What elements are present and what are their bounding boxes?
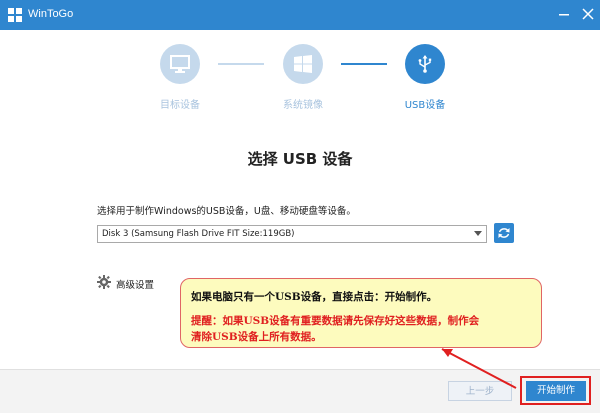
- window-title: WinToGo: [28, 8, 74, 20]
- advanced-settings-label: 高级设置: [116, 280, 155, 291]
- refresh-button[interactable]: [494, 223, 514, 243]
- step-connector-2: [341, 63, 387, 65]
- selected-device-value: Disk 3 (Samsung Flash Drive FIT Size:119…: [102, 229, 295, 239]
- usb-device-select[interactable]: Disk 3 (Samsung Flash Drive FIT Size:119…: [97, 225, 487, 243]
- step-label-target-device: 目标设备: [160, 100, 200, 111]
- step-circle-target-device: [160, 44, 200, 84]
- step-label-usb-device: USB设备: [404, 100, 446, 111]
- start-button[interactable]: 开始制作: [526, 381, 586, 401]
- step-circle-system-image: [283, 44, 323, 84]
- callout-warning-text-1: 提醒：如果USB设备有重要数据请先保存好这些数据，制作会: [191, 315, 480, 327]
- close-icon[interactable]: [580, 6, 596, 22]
- monitor-icon: [170, 55, 190, 73]
- windows-logo-icon: [294, 55, 312, 73]
- step-connector-1: [218, 63, 264, 65]
- step-label-system-image: 系统镜像: [283, 100, 323, 111]
- title-bar: WinToGo: [0, 0, 600, 30]
- app-logo-icon: [8, 8, 22, 22]
- step-circle-usb-device: [405, 44, 445, 84]
- gear-icon: [97, 275, 111, 289]
- refresh-icon: [498, 228, 510, 238]
- page-title: 选择 USB 设备: [247, 150, 353, 168]
- minimize-icon[interactable]: [556, 6, 572, 22]
- callout-hint-text: 如果电脑只有一个USB设备，直接点击：开始制作。: [191, 291, 438, 303]
- wintogo-window: WinToGo 目标设备 系统镜像 USB设备 选择 USB 设备 选择用于制作…: [0, 0, 600, 413]
- annotation-callout: 如果电脑只有一个USB设备，直接点击：开始制作。 提醒：如果USB设备有重要数据…: [180, 278, 542, 348]
- dropdown-arrow-icon[interactable]: [474, 231, 482, 236]
- callout-warning-text-2: 清除USB设备上所有数据。: [191, 331, 322, 343]
- instruction-text: 选择用于制作Windows的USB设备，U盘、移动硬盘等设备。: [97, 206, 356, 217]
- usb-icon: [418, 55, 432, 73]
- back-button[interactable]: 上一步: [448, 381, 512, 401]
